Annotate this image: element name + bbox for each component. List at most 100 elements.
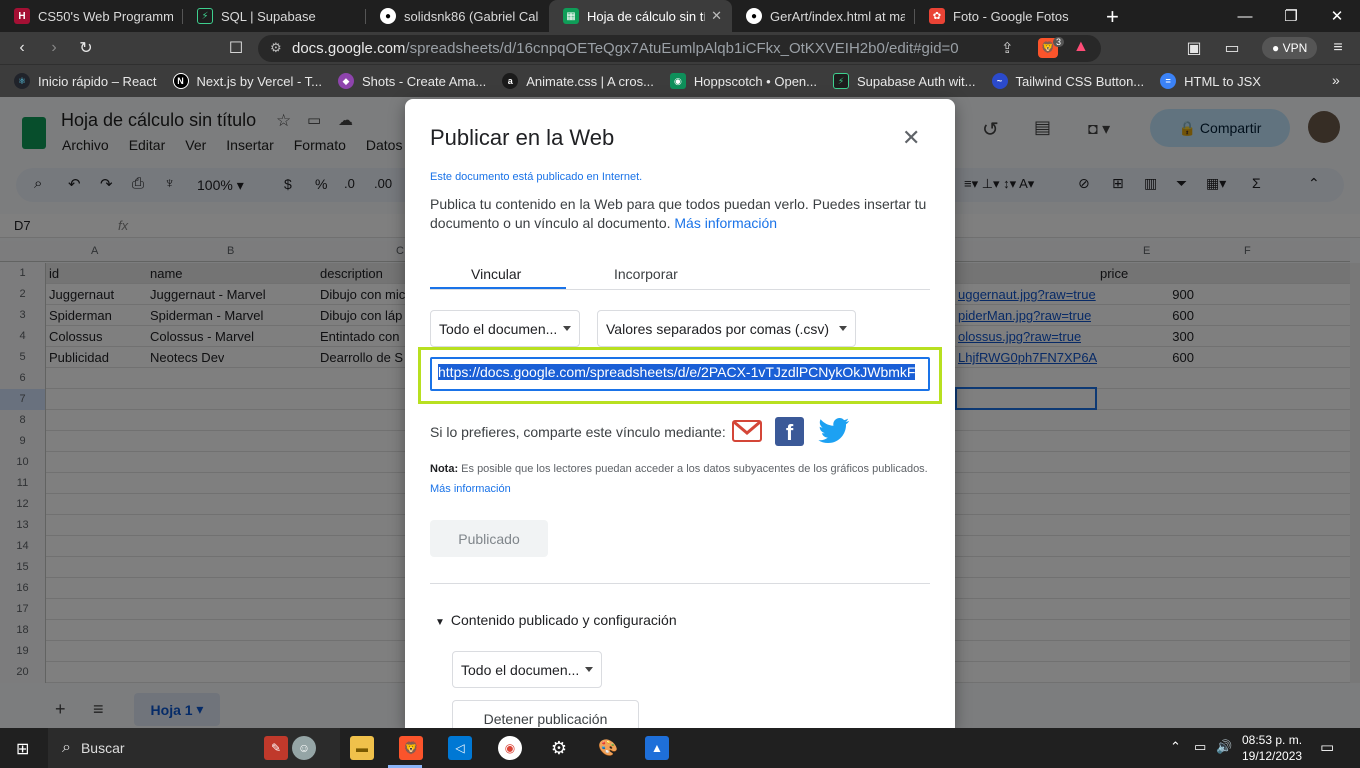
sheets-icon: ▦ — [563, 8, 579, 24]
volume-icon[interactable]: 🔊 — [1216, 739, 1232, 755]
bookmark-label: HTML to JSX — [1184, 73, 1261, 89]
bookmark-label: Inicio rápido – React — [38, 73, 157, 89]
photos-icon[interactable]: ▲ — [645, 736, 669, 760]
share-via-label: Si lo prefieres, comparte este vínculo m… — [430, 424, 726, 440]
maximize-button[interactable]: ❐ — [1268, 0, 1314, 32]
url-path: /spreadsheets/d/16cnpqOETeQgx7AtuEumlpAl… — [405, 40, 959, 57]
gmail-icon[interactable] — [732, 419, 762, 443]
more-bookmarks-icon[interactable]: » — [1332, 72, 1340, 88]
tab-title: solidsnk86 (Gabriel Calcagn — [404, 8, 539, 24]
scope-select-value: Todo el documen... — [439, 320, 558, 337]
reload-icon[interactable]: ↻ — [70, 32, 102, 64]
chevron-down-icon — [839, 326, 847, 331]
tabs-divider — [430, 289, 930, 290]
tab-link[interactable]: Vincular — [471, 266, 521, 282]
browser-tab[interactable]: ● GerArt/index.html at maste — [732, 0, 915, 32]
tab-bar: H CS50's Web Programming w ⚡ SQL | Supab… — [0, 0, 1360, 32]
published-content-section[interactable]: ▼ Contenido publicado y configuración — [435, 612, 677, 628]
close-tab-icon[interactable]: ✕ — [711, 8, 722, 24]
vscode-icon[interactable]: ◁ — [448, 736, 472, 760]
bookmark-label: Next.js by Vercel - T... — [196, 73, 322, 89]
close-icon[interactable]: ✕ — [902, 125, 920, 151]
bookmark-item[interactable]: ~ Tailwind CSS Button... — [991, 73, 1144, 89]
html-to-jsx-icon: = — [1160, 73, 1177, 89]
url-field[interactable]: ⚙ docs.google.com/spreadsheets/d/16cnpqO… — [258, 35, 1101, 62]
format-select[interactable]: Valores separados por comas (.csv) — [597, 310, 856, 347]
tab-title: CS50's Web Programming w — [38, 8, 173, 24]
brave-rewards-icon[interactable]: ▲ — [1073, 38, 1089, 56]
bookmark-item[interactable]: ⚡ Supabase Auth wit... — [832, 73, 976, 89]
vpn-label: VPN — [1282, 41, 1308, 55]
published-button[interactable]: Publicado — [430, 520, 548, 557]
bookmark-item[interactable]: = HTML to JSX — [1160, 73, 1261, 89]
taskbar: ⊞ ⌕ Buscar ✎ ☺ ▬ 🦁 ◁ ◉ ⚙ 🎨 ▲ ⌃ ▭ 🔊 08:53 … — [0, 728, 1360, 768]
note: Nota: Es posible que los lectores puedan… — [430, 463, 935, 475]
caret-down-icon: ▼ — [435, 617, 445, 628]
chevron-down-icon — [585, 667, 593, 672]
settings-icon[interactable]: ⚙ — [547, 736, 571, 760]
minimize-button[interactable]: — — [1222, 0, 1268, 32]
publish-url-field[interactable]: https://docs.google.com/spreadsheets/d/e… — [430, 357, 930, 391]
more-info-link[interactable]: Más información — [674, 215, 777, 231]
animate-css-icon: a — [502, 73, 519, 89]
github-icon: ● — [380, 8, 396, 24]
new-tab-button[interactable]: + — [1106, 4, 1119, 30]
sidebar-icon[interactable]: ▣ — [1178, 32, 1210, 64]
vpn-button[interactable]: ● VPN — [1262, 37, 1318, 59]
search-highlight-icon: ✎ — [264, 736, 288, 760]
menu-icon[interactable]: ≡ — [1322, 32, 1354, 64]
tab-embed[interactable]: Incorporar — [614, 266, 678, 282]
close-window-button[interactable]: ✕ — [1314, 0, 1360, 32]
divider — [430, 583, 930, 584]
dialog-title: Publicar en la Web — [430, 125, 615, 150]
bookmark-icon[interactable]: ☐ — [220, 32, 252, 64]
file-explorer-icon[interactable]: ▬ — [350, 736, 374, 760]
react-icon: ⚛ — [14, 73, 30, 89]
stop-publishing-button[interactable]: Detener publicación — [452, 700, 639, 728]
section-title: Contenido publicado y configuración — [450, 612, 677, 628]
share-url-icon[interactable]: ⇪ — [1001, 39, 1014, 57]
harvard-icon: H — [14, 8, 30, 24]
windows-start-icon[interactable]: ⊞ — [16, 739, 29, 759]
bookmark-item[interactable]: ◆ Shots - Create Ama... — [337, 73, 486, 89]
more-info-link[interactable]: Más información — [430, 483, 511, 495]
bookmark-item[interactable]: ⚛ Inicio rápido – React — [14, 73, 157, 89]
chrome-icon[interactable]: ◉ — [498, 736, 522, 760]
supabase-icon: ⚡ — [832, 73, 849, 89]
supabase-icon: ⚡ — [197, 8, 213, 24]
twitter-icon[interactable] — [818, 417, 850, 445]
back-icon[interactable]: ‹ — [6, 32, 38, 64]
scope-select[interactable]: Todo el documen... — [430, 310, 580, 347]
note-label: Nota: — [430, 463, 459, 475]
browser-tab[interactable]: H CS50's Web Programming w — [0, 0, 183, 32]
clock-date: 19/12/2023 — [1242, 749, 1303, 763]
dialog-description: Publica tu contenido en la Web para que … — [430, 195, 935, 233]
bookmark-item[interactable]: ◉ Hoppscotch • Open... — [669, 73, 817, 89]
browser-tab[interactable]: ✿ Foto - Google Fotos — [915, 0, 1098, 32]
forward-icon[interactable]: › — [38, 32, 70, 64]
hoppscotch-icon: ◉ — [669, 73, 686, 89]
browser-tab[interactable]: ● solidsnk86 (Gabriel Calcagn — [366, 0, 549, 32]
browser-tab[interactable]: ⚡ SQL | Supabase — [183, 0, 366, 32]
search-highlight-icon: ☺ — [292, 736, 316, 760]
note-text: Es posible que los lectores puedan acced… — [461, 463, 928, 475]
site-settings-icon[interactable]: ⚙ — [270, 40, 282, 56]
bookmark-label: Supabase Auth wit... — [856, 73, 976, 89]
bookmark-label: Animate.css | A cros... — [526, 73, 654, 89]
url-host: docs.google.com — [292, 40, 406, 57]
scope-select-2[interactable]: Todo el documen... — [452, 651, 602, 688]
clock[interactable]: 08:53 p. m. 19/12/2023 — [1242, 732, 1302, 764]
notifications-icon[interactable]: ▭ — [1320, 738, 1334, 756]
network-icon[interactable]: ▭ — [1194, 739, 1206, 755]
paint-icon[interactable]: 🎨 — [596, 736, 620, 760]
brave-icon[interactable]: 🦁 — [399, 736, 423, 760]
bookmark-item[interactable]: N Next.js by Vercel - T... — [172, 73, 322, 89]
facebook-icon[interactable]: f — [775, 417, 804, 446]
tailwind-icon: ~ — [991, 73, 1008, 89]
github-icon: ● — [746, 8, 762, 24]
wallet-icon[interactable]: ▭ — [1216, 32, 1248, 64]
bookmark-item[interactable]: a Animate.css | A cros... — [502, 73, 654, 89]
browser-tab-active[interactable]: ▦ Hoja de cálculo sin títu ✕ — [549, 0, 732, 32]
show-hidden-icons[interactable]: ⌃ — [1170, 739, 1181, 755]
google-photos-icon: ✿ — [929, 8, 945, 24]
